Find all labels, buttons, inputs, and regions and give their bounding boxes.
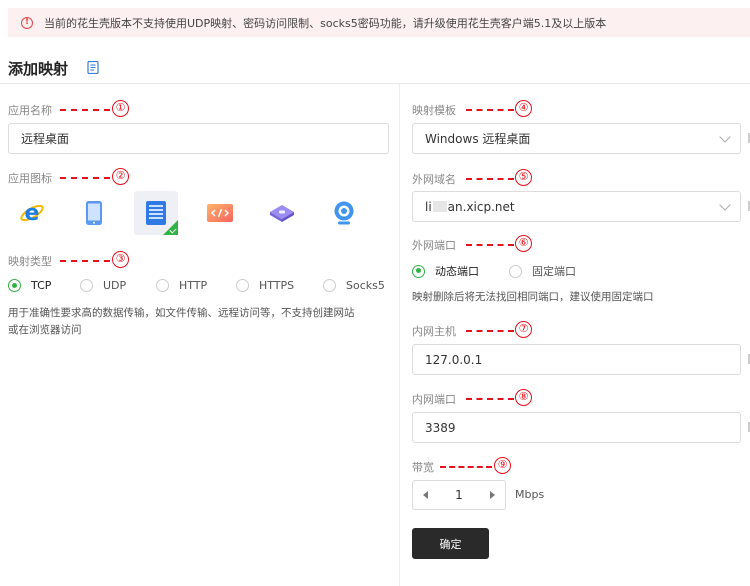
app-name-value: 远程桌面: [21, 132, 70, 146]
radio-udp[interactable]: UDP: [80, 279, 126, 292]
app-name-input[interactable]: 远程桌面: [8, 123, 389, 154]
annotation-arrow: [466, 398, 514, 400]
radio-dot: [509, 264, 522, 278]
code-window-icon[interactable]: [198, 191, 242, 235]
radio-dot: [412, 264, 425, 278]
domain-label: 外网域名: [412, 173, 456, 186]
internal-host-input[interactable]: 127.0.0.1: [412, 344, 741, 375]
radio-dot: [323, 279, 336, 292]
bandwidth-label: 带宽: [412, 461, 434, 474]
radio-dot: [8, 279, 21, 292]
upgrade-alert: ! 当前的花生壳版本不支持使用UDP映射、密码访问限制、socks5密码功能，请…: [8, 8, 750, 37]
annotation-marker-3: ③: [112, 251, 129, 268]
column-divider: [399, 84, 400, 586]
annotation-arrow: [60, 177, 110, 179]
radio-label: 固定端口: [532, 265, 576, 278]
bandwidth-unit: Mbps: [515, 488, 545, 501]
bandwidth-stepper[interactable]: 1: [412, 480, 506, 510]
alert-text: 当前的花生壳版本不支持使用UDP映射、密码访问限制、socks5密码功能，请升级…: [44, 16, 607, 30]
radio-fixed-port[interactable]: 固定端口: [509, 263, 576, 279]
radio-label: TCP: [31, 279, 52, 292]
annotation-arrow: [440, 466, 492, 468]
radio-dot: [156, 279, 169, 292]
external-port-label: 外网端口: [412, 239, 456, 252]
annotation-arrow: [466, 109, 514, 111]
annotation-arrow: [466, 244, 514, 246]
annotation-marker-5: ⑤: [515, 169, 532, 186]
radio-label: HTTP: [179, 279, 208, 292]
radio-socks5[interactable]: Socks5: [323, 279, 385, 292]
decrement-icon[interactable]: [423, 491, 428, 499]
internal-host-label: 内网主机: [412, 325, 456, 338]
annotation-arrow: [466, 330, 514, 332]
annotation-marker-1: ①: [112, 100, 129, 117]
app-name-label: 应用名称: [8, 104, 52, 117]
template-label: 映射模板: [412, 104, 456, 117]
chevron-down-icon: [719, 131, 731, 143]
radio-label: UDP: [103, 279, 127, 292]
annotation-arrow: [60, 109, 110, 111]
internal-port-input[interactable]: 3389: [412, 412, 741, 443]
template-value: Windows 远程桌面: [425, 132, 531, 146]
internal-port-label: 内网端口: [412, 393, 456, 406]
domain-value-prefix: li: [425, 199, 432, 214]
increment-icon[interactable]: [489, 491, 495, 499]
internal-host-value: 127.0.0.1: [425, 352, 483, 367]
radio-https[interactable]: HTTPS: [236, 279, 294, 292]
radio-dot: [80, 279, 93, 292]
radio-label: 动态端口: [435, 265, 479, 278]
app-icon-label: 应用图标: [8, 172, 52, 185]
domain-value-suffix: an.xicp.net: [447, 199, 515, 214]
webcam-icon[interactable]: [322, 191, 366, 235]
page-title: 添加映射: [8, 60, 69, 78]
radio-dot: [236, 279, 249, 292]
internal-port-value: 3389: [425, 420, 456, 435]
annotation-marker-9: ⑨: [494, 457, 511, 474]
radio-label: HTTPS: [259, 279, 295, 292]
external-port-note: 映射删除后将无法找回相同端口，建议使用固定端口: [412, 291, 654, 303]
redacted-mask: [432, 201, 447, 212]
alert-circle-icon: !: [21, 16, 33, 29]
radio-label: Socks5: [346, 279, 385, 292]
chevron-down-icon: [719, 199, 731, 211]
annotation-arrow: [466, 178, 514, 180]
annotation-marker-7: ⑦: [515, 321, 532, 338]
annotation-marker-8: ⑧: [515, 389, 532, 406]
annotation-marker-6: ⑥: [515, 235, 532, 252]
ie-browser-icon[interactable]: e: [10, 191, 54, 235]
mapping-type-label: 映射类型: [8, 255, 52, 268]
network-cube-icon[interactable]: [260, 191, 304, 235]
tablet-icon[interactable]: [72, 191, 116, 235]
radio-http[interactable]: HTTP: [156, 279, 207, 292]
domain-select[interactable]: li an.xicp.net: [412, 191, 741, 222]
svg-text:e: e: [25, 201, 40, 226]
confirm-button[interactable]: 确定: [412, 528, 489, 559]
server-document-icon[interactable]: [134, 191, 178, 235]
title-divider: [0, 83, 750, 84]
radio-tcp[interactable]: TCP: [8, 279, 51, 292]
document-icon[interactable]: [87, 61, 99, 74]
radio-dynamic-port[interactable]: 动态端口: [412, 263, 479, 279]
annotation-marker-2: ②: [112, 168, 129, 185]
annotation-arrow: [60, 260, 110, 262]
template-select[interactable]: Windows 远程桌面: [412, 123, 741, 154]
bandwidth-value: 1: [455, 488, 463, 502]
annotation-marker-4: ④: [515, 100, 532, 117]
mapping-type-description: 用于准确性要求高的数据传输，如文件传输、远程访问等，不支持创建网站或在浏览器访问: [8, 307, 355, 336]
